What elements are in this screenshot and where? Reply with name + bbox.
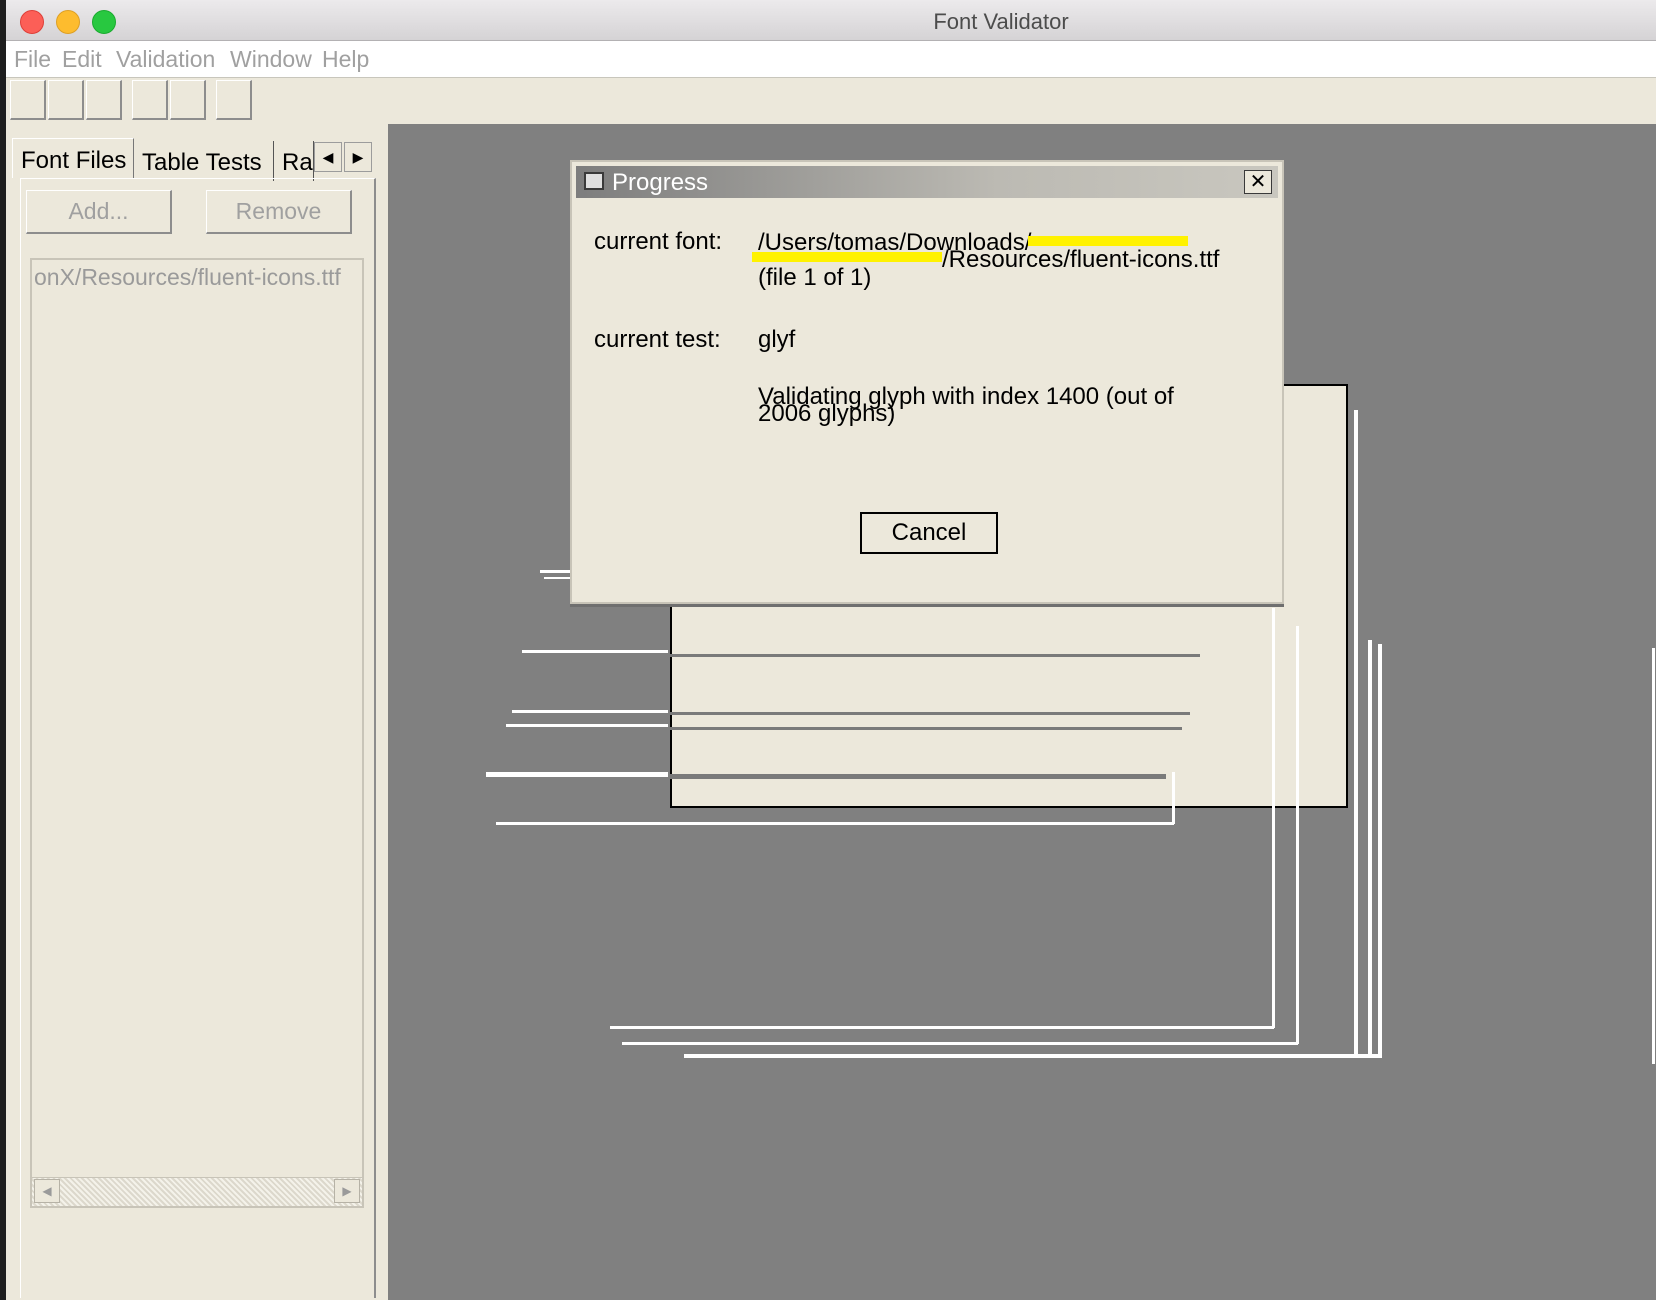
tab-table-tests[interactable]: Table Tests: [134, 141, 274, 181]
repaint-artifact-line: [1354, 410, 1358, 1056]
menu-file[interactable]: File: [14, 46, 51, 73]
horizontal-scrollbar[interactable]: ◀ ▶: [32, 1177, 362, 1206]
menu-edit[interactable]: Edit: [62, 46, 102, 73]
repaint-artifact-line: [622, 1042, 1298, 1045]
repaint-artifact-line: [1652, 648, 1655, 1064]
progress-dialog: Progress ✕ current font: /Users/tomas/Do…: [570, 160, 1284, 604]
menu-help[interactable]: Help: [322, 46, 369, 73]
repaint-artifact-line: [496, 822, 1174, 825]
repaint-artifact-line: [684, 1054, 1378, 1058]
tab-font-files[interactable]: Font Files: [12, 138, 134, 178]
toolbar-button-5[interactable]: [170, 80, 206, 120]
scroll-right-icon[interactable]: ▶: [334, 1179, 360, 1203]
repaint-artifact-line: [610, 1026, 1274, 1029]
toolbar-button-6[interactable]: [216, 80, 252, 120]
menu-window[interactable]: Window: [230, 46, 312, 73]
toolbar-button-1[interactable]: [10, 80, 46, 120]
tab-scroll-right-icon[interactable]: ▶: [344, 142, 372, 172]
repaint-artifact-line: [1172, 772, 1175, 824]
redaction-highlight: [752, 252, 942, 262]
repaint-artifact-line: [670, 774, 1166, 779]
current-font-line2: /Resources/fluent-icons.ttf: [942, 246, 1220, 273]
repaint-artifact-line: [522, 650, 668, 653]
scroll-left-icon[interactable]: ◀: [34, 1179, 60, 1203]
repaint-artifact-line: [1378, 644, 1382, 1058]
current-test-label: current test:: [594, 326, 721, 353]
window-icon: [584, 172, 604, 190]
font-file-list[interactable]: onX/Resources/fluent-icons.ttf ◀ ▶: [30, 258, 364, 1208]
menu-bar: File Edit Validation Window Help: [6, 41, 1656, 78]
menu-validation[interactable]: Validation: [116, 46, 215, 73]
file-path: onX/Resources/fluent-icons.ttf: [34, 264, 341, 290]
current-font-line3: (file 1 of 1): [758, 264, 872, 291]
tab-strip: Font Files Table Tests Ra ◀ ▶: [12, 138, 382, 181]
toolbar-button-4[interactable]: [132, 80, 168, 120]
toolbar-button-2[interactable]: [48, 80, 84, 120]
repaint-artifact-line: [1272, 608, 1275, 1028]
dialog-close-button[interactable]: ✕: [1244, 170, 1272, 194]
repaint-artifact-line: [670, 712, 1190, 715]
repaint-artifact-line: [1296, 626, 1299, 1044]
repaint-artifact-line: [670, 727, 1182, 730]
dialog-title: Progress: [612, 169, 709, 196]
redaction-highlight: [1028, 236, 1188, 246]
add-button[interactable]: Add...: [26, 190, 172, 234]
tab-ra[interactable]: Ra: [274, 141, 314, 181]
repaint-artifact-line: [670, 654, 1200, 657]
tab-scroll-left-icon[interactable]: ◀: [314, 142, 342, 172]
cancel-button[interactable]: Cancel: [860, 512, 998, 554]
current-test-value: glyf: [758, 326, 796, 353]
status-line2: 2006 glyphs): [758, 400, 896, 427]
toolbar-button-3[interactable]: [86, 80, 122, 120]
dialog-title-bar: Progress ✕: [576, 166, 1278, 198]
repaint-artifact-line: [506, 724, 668, 727]
repaint-artifact-line: [486, 772, 668, 777]
current-font-label: current font:: [594, 228, 723, 255]
toolbar: [6, 78, 1656, 124]
font-validator-window: Font Validator File Edit Validation Wind…: [6, 0, 1656, 1300]
window-title: Font Validator: [933, 9, 1069, 34]
repaint-artifact-line: [1368, 640, 1372, 1058]
remove-button[interactable]: Remove: [206, 190, 352, 234]
list-item[interactable]: onX/Resources/fluent-icons.ttf: [34, 264, 358, 291]
title-bar: Font Validator: [6, 0, 1656, 41]
repaint-artifact-line: [512, 710, 668, 713]
